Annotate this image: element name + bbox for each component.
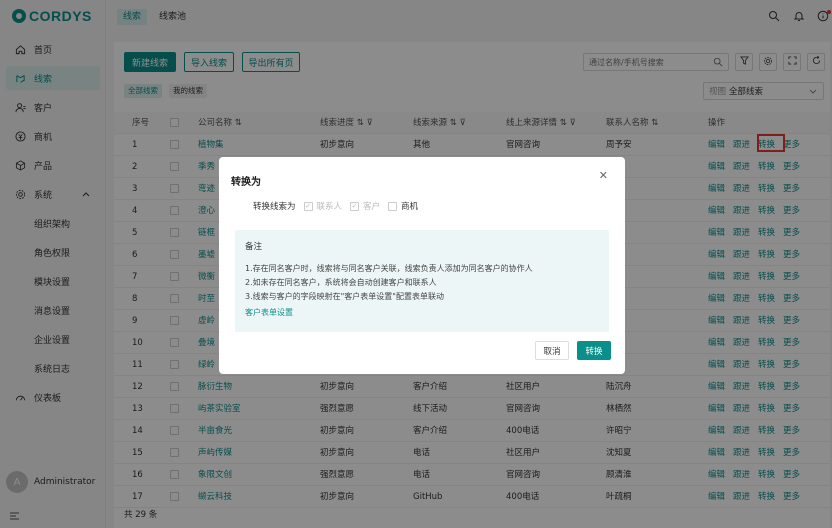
note-line: 3.线索与客户的字段映射在"客户表单设置"配置表单联动 xyxy=(245,292,444,301)
checkbox-checked-disabled: ✓ xyxy=(350,201,360,211)
note-line: 1.存在同名客户时，线索将与同名客户关联，线索负责人添加为同名客户的协作人 xyxy=(245,264,533,273)
checkbox[interactable] xyxy=(388,201,398,211)
convert-label: 转换线索为 xyxy=(253,202,296,212)
option-customer: ✓ 客户 xyxy=(350,201,381,212)
convert-options: 转换线索为 ✓ 联系人 ✓ 客户 商机 xyxy=(253,200,418,212)
convert-modal: 转换为 ✕ 转换线索为 ✓ 联系人 ✓ 客户 商机 备注 1.存在同名客户时，线索将… xyxy=(219,157,625,374)
customer-form-settings-link[interactable]: 客户表单设置 xyxy=(245,307,599,318)
close-icon[interactable]: ✕ xyxy=(599,169,608,182)
note-line: 2.如未存在同名客户，系统将会自动创建客户和联系人 xyxy=(245,278,437,287)
modal-title: 转换为 xyxy=(231,177,261,188)
checkbox-checked-disabled: ✓ xyxy=(303,201,313,211)
convert-confirm-button[interactable]: 转换 xyxy=(577,341,611,360)
option-opportunity[interactable]: 商机 xyxy=(388,200,418,212)
note-panel: 备注 1.存在同名客户时，线索将与同名客户关联，线索负责人添加为同名客户的协作人… xyxy=(235,230,609,332)
cancel-button[interactable]: 取消 xyxy=(535,341,569,360)
option-contact: ✓ 联系人 xyxy=(303,201,343,212)
note-title: 备注 xyxy=(245,242,263,252)
